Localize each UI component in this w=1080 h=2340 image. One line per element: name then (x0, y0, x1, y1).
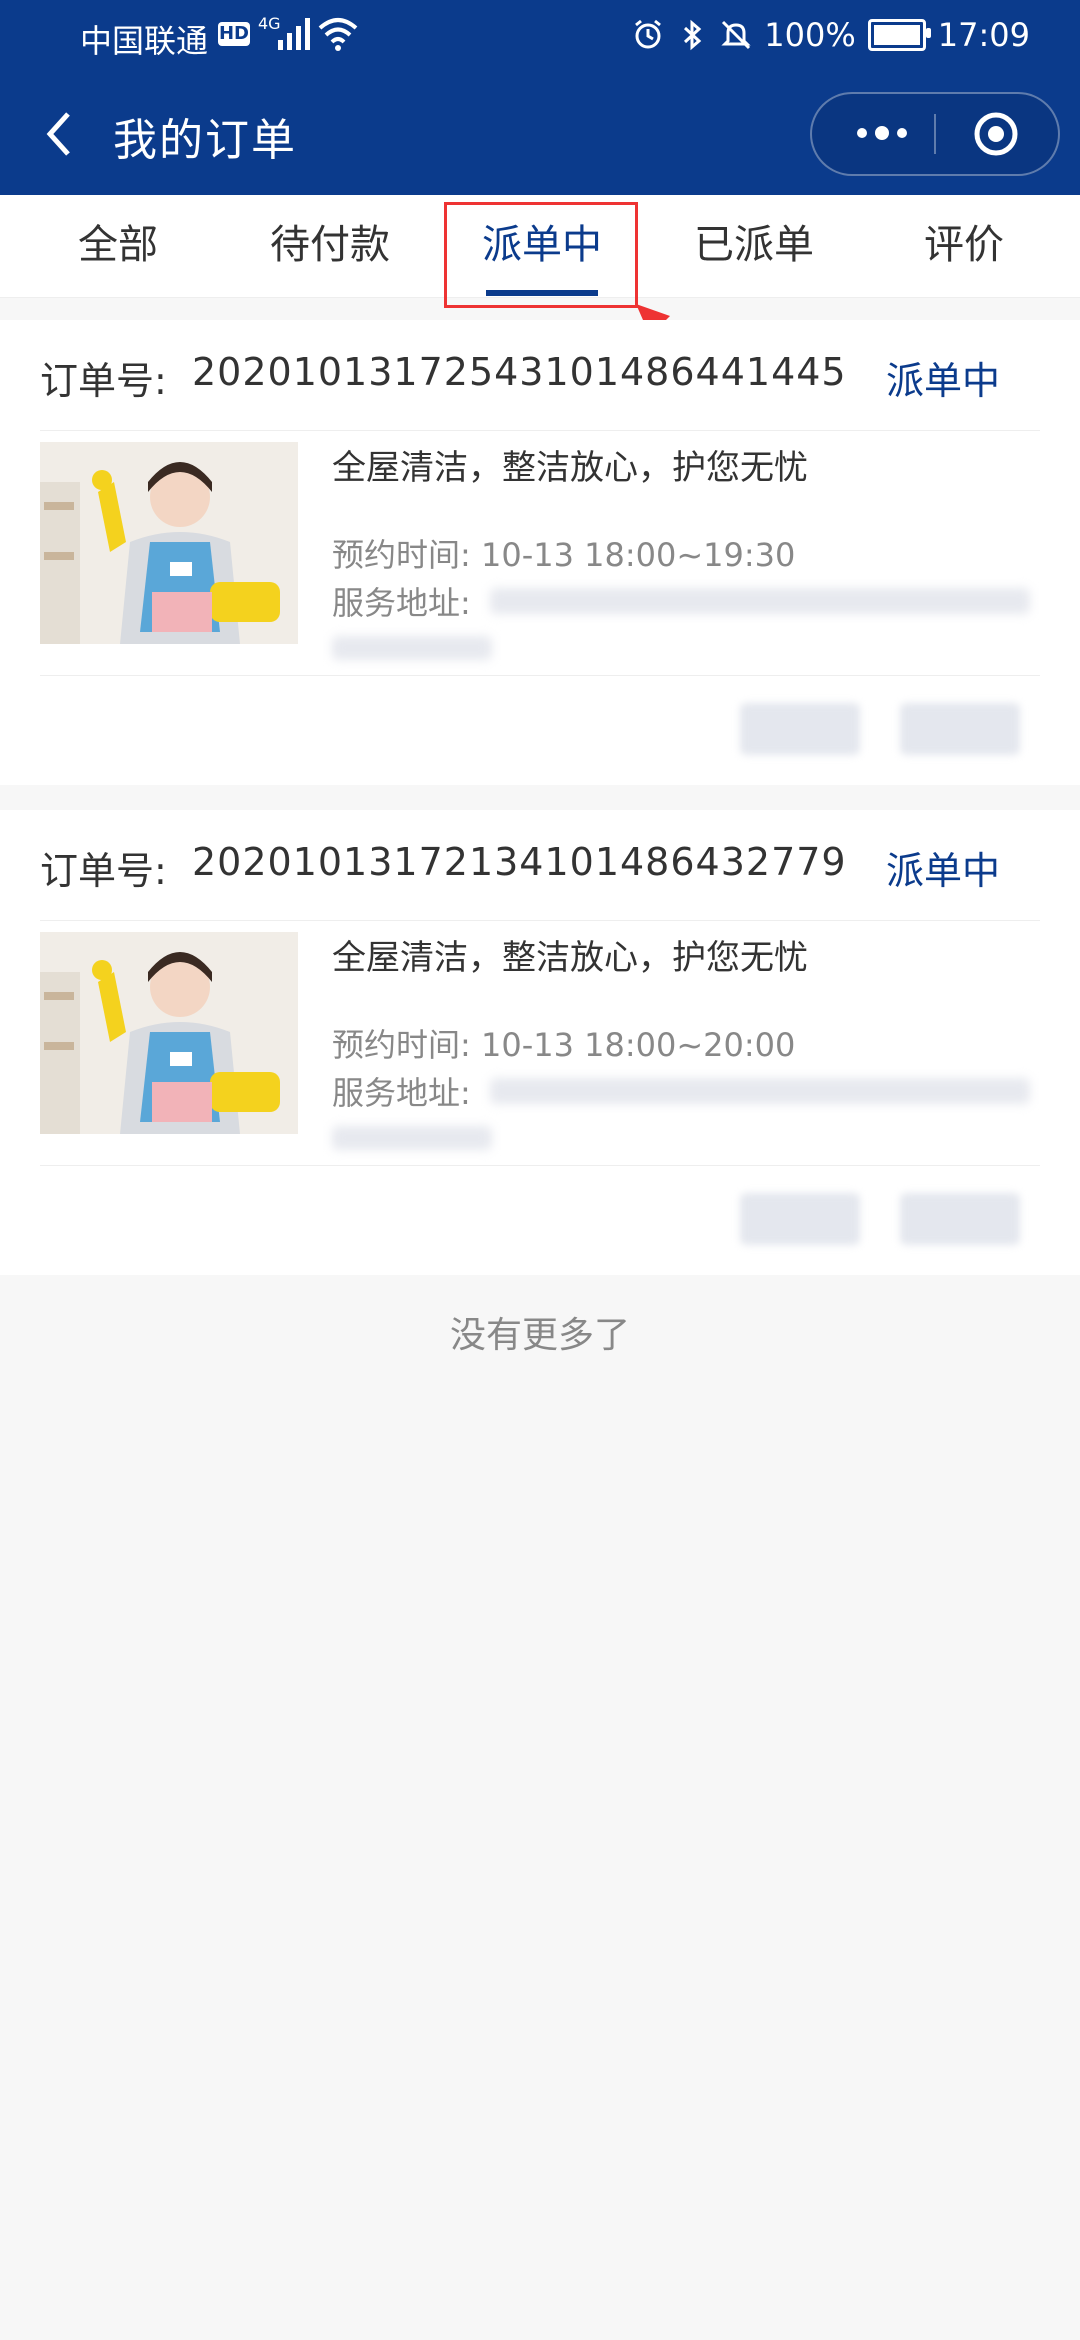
order-card[interactable]: 订单号: 20201013172134101486432779 派单中 全屋清洁… (0, 810, 1080, 1275)
nav-bar: 我的订单 (0, 72, 1080, 195)
redacted-address (490, 588, 1030, 614)
mute-icon (721, 20, 751, 50)
order-number: 20201013172543101486441445 (192, 350, 847, 394)
clock: 17:09 (937, 16, 1030, 54)
bluetooth-icon (684, 19, 702, 51)
order-number-label: 订单号: (40, 359, 167, 403)
order-body: 全屋清洁，整洁放心，护您无忧 预约时间: 10-13 18:00~20:00 服… (40, 920, 1040, 1166)
capsule-divider (934, 114, 936, 154)
close-mini-program-icon[interactable] (972, 110, 1020, 158)
end-of-list-text: 没有更多了 (449, 1315, 630, 1356)
tab-all[interactable]: 全部 (10, 195, 226, 297)
order-status: 派单中 (885, 849, 1000, 893)
order-actions (0, 675, 1080, 755)
order-header: 订单号: 20201013172543101486441445 派单中 (40, 320, 1040, 431)
tab-review[interactable]: 评价 (856, 195, 1072, 297)
status-bar: 中国联通 HD 4G 100% 17:09 (0, 0, 1080, 72)
order-header: 订单号: 20201013172134101486432779 派单中 (40, 810, 1040, 921)
tab-dispatched[interactable]: 已派单 (646, 195, 862, 297)
page-title: 我的订单 (113, 115, 297, 166)
alarm-icon (635, 19, 662, 49)
service-thumbnail (40, 442, 298, 644)
tab-pending-payment[interactable]: 待付款 (222, 195, 438, 297)
redacted-address (490, 1078, 1030, 1104)
order-action-button[interactable] (740, 1193, 860, 1245)
service-title: 全屋清洁，整洁放心，护您无忧 (332, 448, 808, 488)
order-actions (0, 1165, 1080, 1245)
battery-icon (867, 19, 931, 51)
address-label: 服务地址: (332, 1074, 471, 1112)
service-thumbnail (40, 932, 298, 1134)
order-number-label: 订单号: (40, 849, 167, 893)
booking-time-label: 预约时间: (332, 536, 471, 574)
booking-time-row: 预约时间: 10-13 18:00~20:00 (332, 1020, 795, 1066)
service-title: 全屋清洁，整洁放心，护您无忧 (332, 938, 808, 978)
redacted-address (332, 636, 492, 660)
booking-time: 10-13 18:00~19:30 (480, 536, 796, 574)
annotation-highlight-box (444, 202, 638, 308)
battery-percent: 100% (764, 16, 856, 54)
booking-time: 10-13 18:00~20:00 (480, 1026, 796, 1064)
address-label: 服务地址: (332, 584, 471, 622)
order-status: 派单中 (885, 359, 1000, 403)
back-arrow-icon[interactable] (40, 108, 80, 160)
wifi-icon (318, 18, 358, 51)
signal-icon (278, 18, 310, 50)
order-body: 全屋清洁，整洁放心，护您无忧 预约时间: 10-13 18:00~19:30 服… (40, 430, 1040, 676)
more-icon[interactable] (852, 118, 912, 148)
booking-time-row: 预约时间: 10-13 18:00~19:30 (332, 530, 795, 576)
mini-program-capsule (810, 92, 1060, 176)
booking-time-label: 预约时间: (332, 1026, 471, 1064)
carrier-label: 中国联通 (80, 22, 209, 60)
hd-badge: HD (218, 22, 250, 46)
order-action-button[interactable] (740, 703, 860, 755)
order-number: 20201013172134101486432779 (192, 840, 847, 884)
order-card[interactable]: 订单号: 20201013172543101486441445 派单中 全屋清洁… (0, 320, 1080, 785)
redacted-address (332, 1126, 492, 1150)
order-action-button[interactable] (900, 1193, 1020, 1245)
app-header: 中国联通 HD 4G 100% 17:09 我的订单 (0, 0, 1080, 195)
order-action-button[interactable] (900, 703, 1020, 755)
